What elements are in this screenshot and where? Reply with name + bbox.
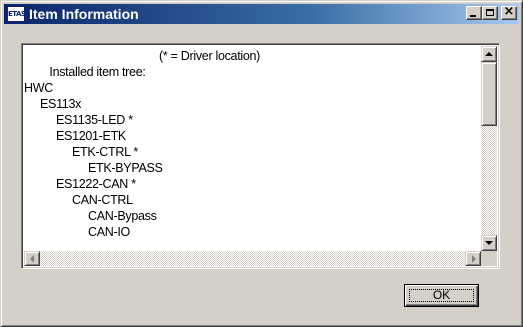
left-arrow-icon xyxy=(30,255,34,263)
item-tree-content: Installed item tree: (* = Driver locatio… xyxy=(24,46,479,251)
scrollbar-corner xyxy=(481,251,497,266)
tree-item: CAN-Bypass xyxy=(88,209,157,223)
maximize-icon xyxy=(486,9,494,16)
vertical-scrollbar[interactable] xyxy=(481,46,497,251)
down-arrow-icon xyxy=(485,241,493,245)
tree-header-label: Installed item tree: xyxy=(49,65,146,79)
minimize-icon xyxy=(470,15,476,17)
tree-item: ES1135-LED * xyxy=(56,113,133,127)
tree-item: ES1201-ETK xyxy=(56,129,126,143)
close-icon: × xyxy=(503,4,515,19)
ok-button-label: OK xyxy=(432,288,451,302)
driver-location-note: (* = Driver location) xyxy=(159,49,261,63)
item-information-dialog: ETAS Item Information × Installed item t… xyxy=(0,0,523,327)
item-tree-listbox[interactable]: Installed item tree: (* = Driver locatio… xyxy=(21,43,500,269)
scroll-right-button[interactable] xyxy=(465,251,481,266)
title-bar[interactable]: ETAS Item Information × xyxy=(4,4,519,24)
scroll-up-button[interactable] xyxy=(481,46,497,62)
tree-item: ES1222-CAN * xyxy=(56,177,136,191)
etas-app-icon: ETAS xyxy=(7,6,25,22)
right-arrow-icon xyxy=(472,255,476,263)
up-arrow-icon xyxy=(485,52,493,56)
tree-item: ETK-BYPASS xyxy=(88,161,163,175)
horizontal-scrollbar[interactable] xyxy=(24,251,481,266)
window-title: Item Information xyxy=(29,6,139,22)
tree-item: ES113x xyxy=(40,97,82,111)
tree-item: CAN-CTRL xyxy=(72,193,133,207)
vertical-scroll-thumb[interactable] xyxy=(481,62,497,126)
tree-item: ETK-CTRL * xyxy=(72,145,138,159)
minimize-button[interactable] xyxy=(466,6,482,20)
ok-button[interactable]: OK xyxy=(404,284,479,307)
tree-item: HWC xyxy=(24,81,53,95)
tree-header: Installed item tree: (* = Driver locatio… xyxy=(24,48,260,79)
close-button[interactable]: × xyxy=(501,4,517,20)
scroll-down-button[interactable] xyxy=(481,235,497,251)
scroll-left-button[interactable] xyxy=(24,251,40,266)
tree-item: CAN-IO xyxy=(88,225,130,239)
maximize-button[interactable] xyxy=(482,6,498,20)
